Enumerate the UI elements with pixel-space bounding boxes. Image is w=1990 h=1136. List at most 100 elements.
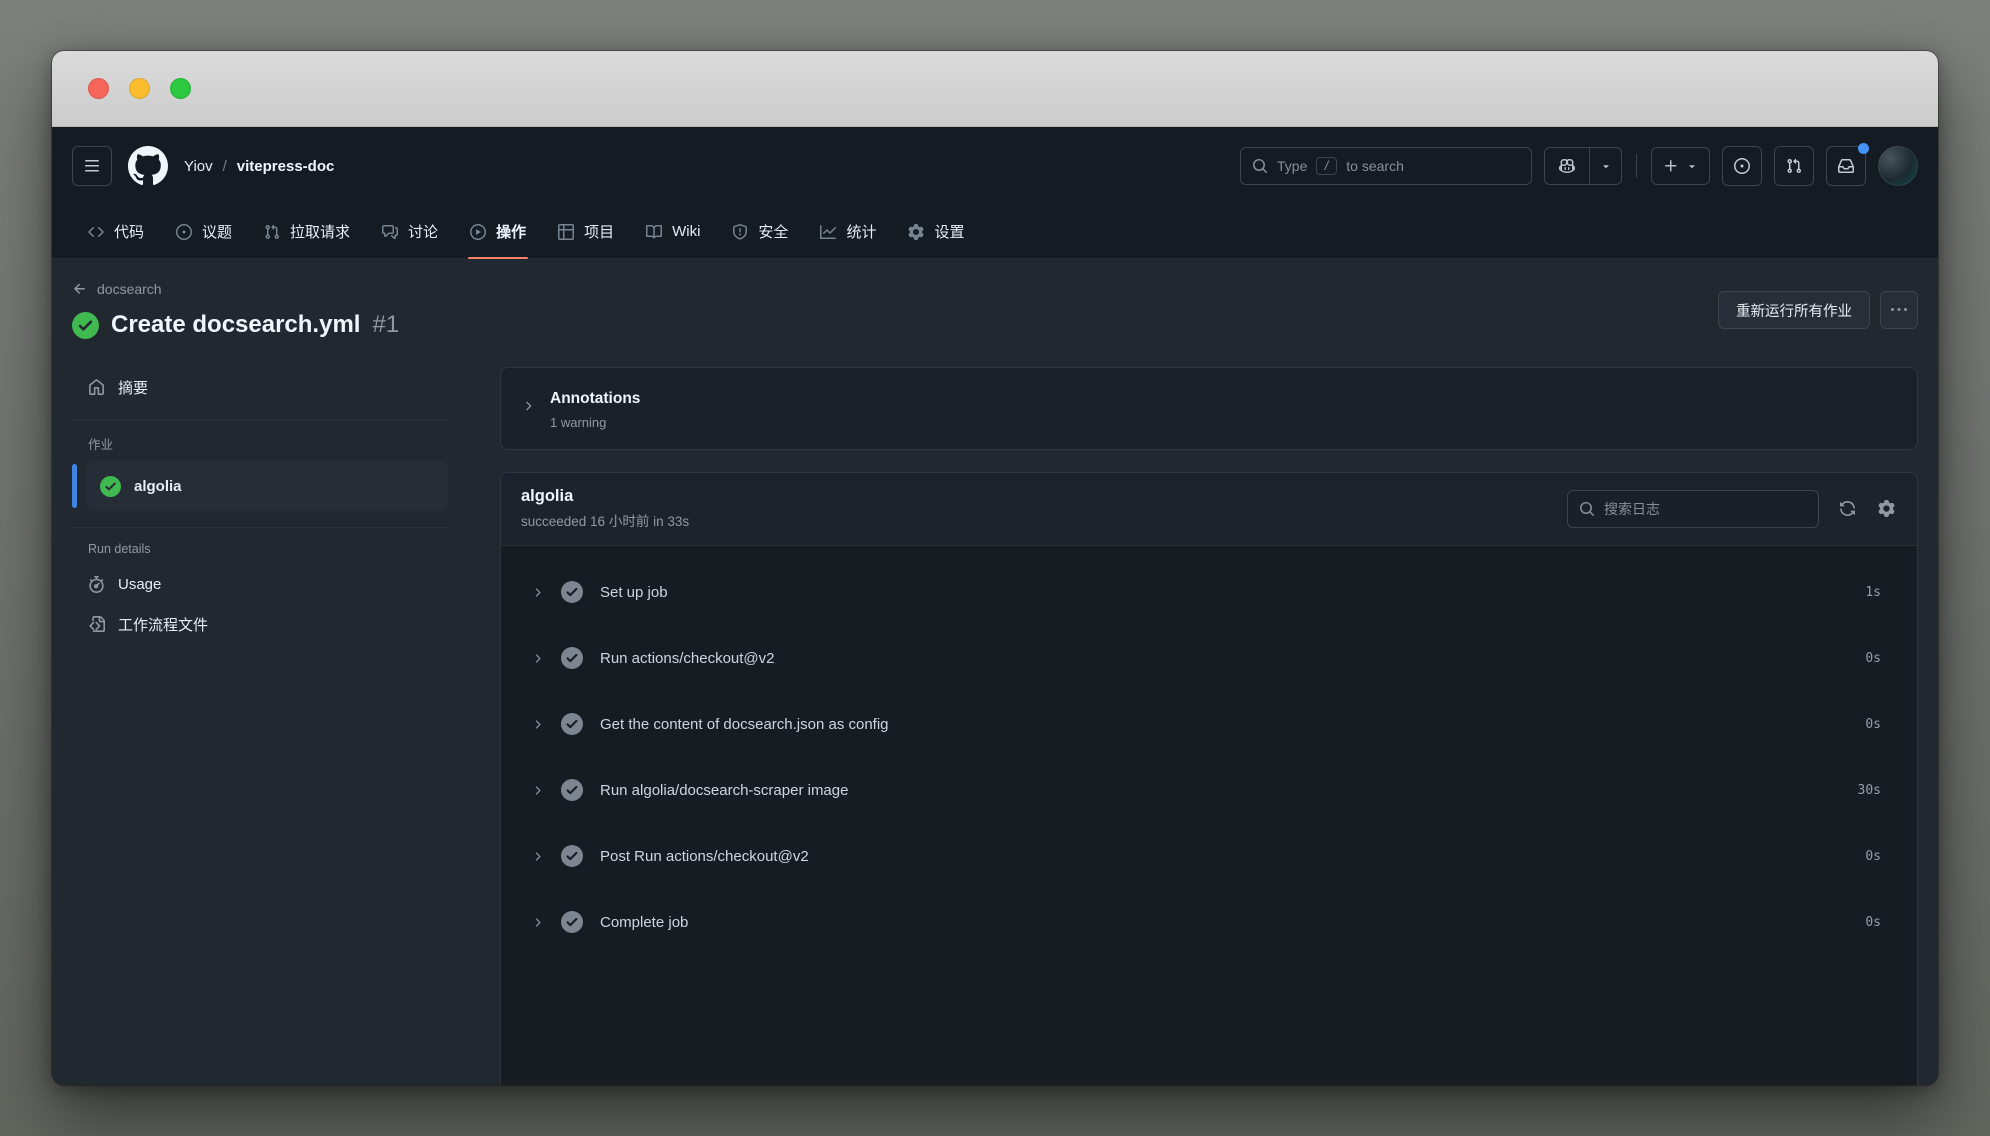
more-options-button[interactable] [1880, 291, 1918, 329]
chevron-down-icon [1600, 160, 1612, 172]
breadcrumb: Yiov / vitepress-doc [184, 158, 334, 175]
sidebar-item-summary[interactable]: 摘要 [84, 367, 448, 407]
issues-button[interactable] [1722, 146, 1762, 186]
comment-discussion-icon [382, 224, 398, 240]
step-name: Post Run actions/checkout@v2 [600, 848, 809, 865]
maximize-window-button[interactable] [170, 78, 191, 99]
tab-code[interactable]: 代码 [74, 205, 158, 258]
sidebar-item-job-algolia[interactable]: algolia [86, 461, 448, 511]
breadcrumb-repo-link[interactable]: vitepress-doc [237, 158, 335, 175]
git-pull-request-icon [264, 224, 280, 240]
job-name: algolia [521, 487, 689, 506]
plus-icon [1663, 158, 1679, 174]
create-new-button[interactable] [1651, 147, 1710, 185]
rerun-all-jobs-button[interactable]: 重新运行所有作业 [1718, 291, 1870, 329]
search-icon [1252, 158, 1268, 174]
refresh-logs-button[interactable] [1836, 498, 1858, 520]
step-row-get-config[interactable]: Get the content of docsearch.json as con… [501, 691, 1917, 757]
run-title-row: Create docsearch.yml #1 [72, 311, 1918, 339]
home-icon [88, 379, 105, 396]
tab-insights[interactable]: 统计 [806, 205, 890, 258]
tab-projects[interactable]: 项目 [544, 205, 628, 258]
breadcrumb-owner-link[interactable]: Yiov [184, 158, 213, 175]
step-success-check-icon [561, 647, 583, 669]
step-name: Run algolia/docsearch-scraper image [600, 782, 848, 799]
step-row-post-checkout[interactable]: Post Run actions/checkout@v2 0s [501, 823, 1917, 889]
tab-discussions[interactable]: 讨论 [368, 205, 452, 258]
search-placeholder-suffix: to search [1346, 158, 1404, 174]
run-details-section-label: Run details [84, 542, 448, 556]
github-logo[interactable] [128, 146, 168, 186]
log-search-input[interactable] [1604, 501, 1807, 517]
back-link[interactable]: docsearch [72, 281, 162, 297]
step-name: Get the content of docsearch.json as con… [600, 716, 889, 733]
step-duration: 30s [1858, 783, 1881, 798]
log-search-field[interactable] [1567, 490, 1819, 528]
step-duration: 1s [1865, 585, 1881, 600]
sidebar-item-workflow-file[interactable]: 工作流程文件 [84, 604, 448, 644]
step-row-run-scraper[interactable]: Run algolia/docsearch-scraper image 30s [501, 757, 1917, 823]
hamburger-menu-button[interactable] [72, 146, 112, 186]
arrow-left-icon [72, 281, 88, 297]
tab-actions[interactable]: 操作 [456, 205, 540, 258]
annotations-title: Annotations [550, 390, 640, 408]
success-check-icon [72, 312, 99, 339]
inbox-button[interactable] [1826, 146, 1866, 186]
window-titlebar[interactable] [52, 51, 1938, 127]
sidebar-item-usage[interactable]: Usage [84, 564, 448, 604]
copilot-dropdown-caret[interactable] [1590, 148, 1621, 184]
step-duration: 0s [1865, 717, 1881, 732]
chevron-right-icon [531, 586, 544, 599]
log-settings-button[interactable] [1875, 498, 1897, 520]
jobs-section-label: 作业 [84, 434, 448, 453]
header-divider [1636, 154, 1637, 178]
chevron-right-icon [531, 652, 544, 665]
step-name: Run actions/checkout@v2 [600, 650, 775, 667]
pull-requests-button[interactable] [1774, 146, 1814, 186]
annotations-card[interactable]: Annotations 1 warning [500, 367, 1918, 450]
issue-opened-icon [176, 224, 192, 240]
issue-opened-icon [1734, 158, 1750, 174]
copilot-button[interactable] [1544, 147, 1622, 185]
chevron-right-icon [531, 718, 544, 731]
gear-icon [1878, 500, 1895, 517]
tab-pull-requests[interactable]: 拉取请求 [250, 205, 364, 258]
annotations-summary: 1 warning [550, 415, 640, 430]
tab-wiki[interactable]: Wiki [632, 205, 714, 258]
minimize-window-button[interactable] [129, 78, 150, 99]
actions-run-page: docsearch Create docsearch.yml #1 重新运行所有… [52, 259, 1938, 1085]
chevron-right-icon [521, 399, 535, 413]
code-icon [88, 224, 104, 240]
job-steps-list: Set up job 1s Run actions/checkout@v2 0s [501, 546, 1917, 1085]
breadcrumb-separator: / [223, 158, 227, 175]
tab-security[interactable]: 安全 [718, 205, 802, 258]
repo-tabs: 代码 议题 拉取请求 讨论 操作 项目 Wiki 安全 [52, 205, 1938, 259]
run-actions: 重新运行所有作业 [1718, 291, 1918, 329]
table-icon [558, 224, 574, 240]
tab-issues[interactable]: 议题 [162, 205, 246, 258]
step-success-check-icon [561, 845, 583, 867]
play-icon [470, 224, 486, 240]
tab-settings[interactable]: 设置 [894, 205, 978, 258]
book-icon [646, 224, 662, 240]
slash-key-hint: / [1316, 157, 1337, 176]
hamburger-icon [84, 158, 100, 174]
step-row-checkout[interactable]: Run actions/checkout@v2 0s [501, 625, 1917, 691]
step-duration: 0s [1865, 849, 1881, 864]
step-name: Set up job [600, 584, 668, 601]
copilot-icon [1545, 148, 1590, 184]
run-number: #1 [372, 311, 399, 339]
step-row-setup-job[interactable]: Set up job 1s [501, 559, 1917, 625]
job-status-line: succeeded 16 小时前 in 33s [521, 510, 689, 530]
chevron-right-icon [531, 916, 544, 929]
chevron-down-icon [1686, 160, 1698, 172]
step-success-check-icon [561, 779, 583, 801]
avatar[interactable] [1878, 146, 1918, 186]
global-search-input[interactable]: Type / to search [1240, 147, 1532, 185]
kebab-horizontal-icon [1891, 302, 1907, 318]
github-mark-icon [128, 146, 168, 186]
git-pull-request-icon [1786, 158, 1802, 174]
step-row-complete-job[interactable]: Complete job 0s [501, 889, 1917, 955]
close-window-button[interactable] [88, 78, 109, 99]
step-success-check-icon [561, 581, 583, 603]
